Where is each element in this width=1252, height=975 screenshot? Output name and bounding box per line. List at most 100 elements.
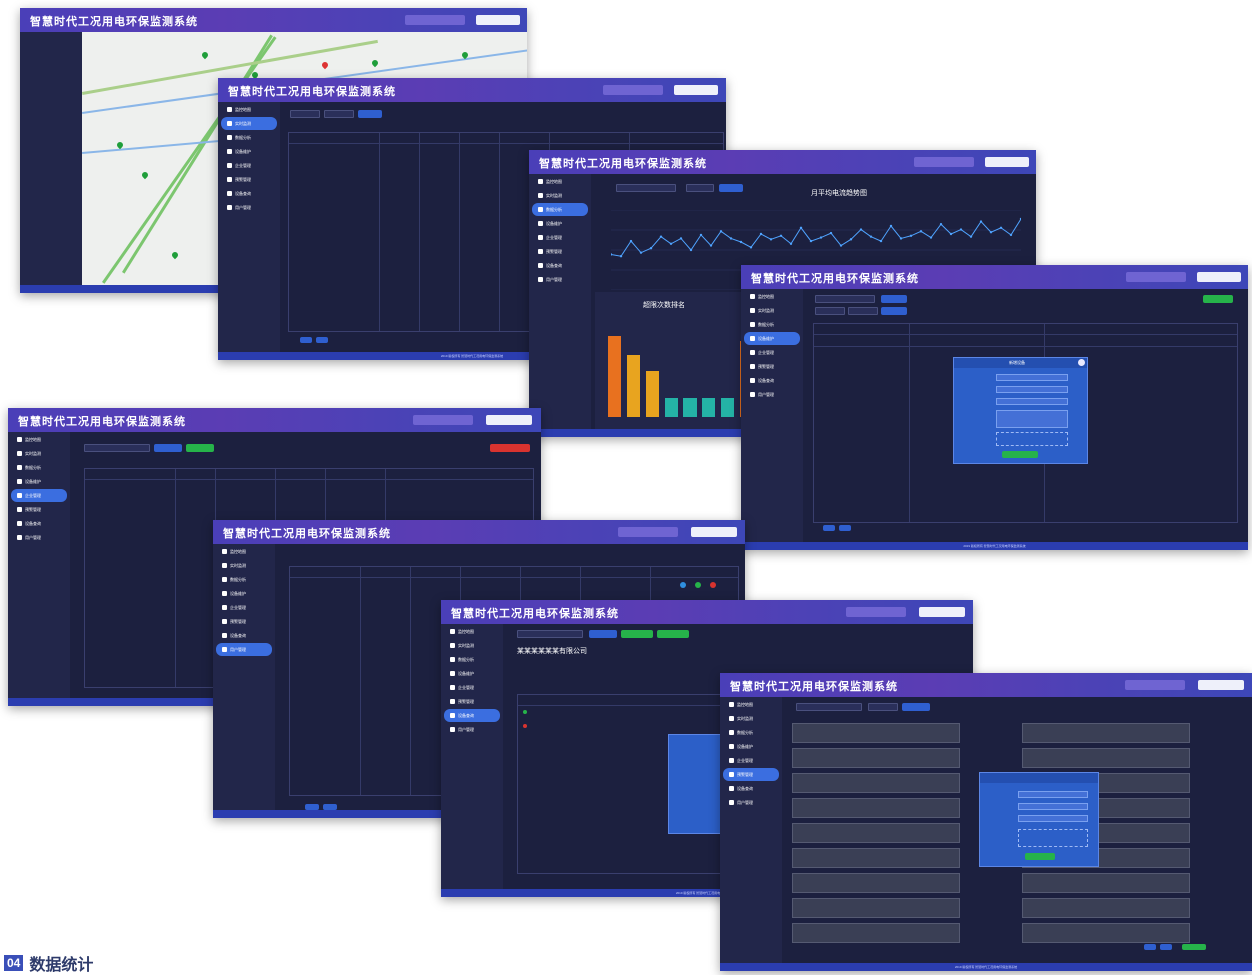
modal-field[interactable] bbox=[996, 410, 1068, 428]
query-button[interactable] bbox=[358, 110, 382, 118]
sidebar-item-alert[interactable]: 预警管理 bbox=[216, 615, 272, 628]
edit-icon[interactable] bbox=[695, 582, 701, 588]
alert-card[interactable] bbox=[792, 823, 960, 843]
next-page-button[interactable] bbox=[1160, 944, 1172, 950]
query-button[interactable] bbox=[881, 295, 907, 303]
user-menu[interactable] bbox=[1198, 680, 1244, 690]
confirm-button[interactable] bbox=[1002, 451, 1038, 458]
next-page-button[interactable] bbox=[316, 337, 328, 343]
sidebar-item-map[interactable]: 监控地图 bbox=[221, 103, 277, 116]
export-button[interactable] bbox=[621, 630, 653, 638]
sidebar-item-map[interactable]: 监控地图 bbox=[744, 290, 800, 303]
sidebar-item-alert[interactable]: 预警管理 bbox=[744, 360, 800, 373]
user-menu[interactable] bbox=[1197, 272, 1241, 282]
sidebar-item-analysis[interactable]: 数据分析 bbox=[744, 318, 800, 331]
sidebar-item-query[interactable]: 设备查询 bbox=[221, 187, 277, 200]
sidebar-item-alert[interactable]: 预警管理 bbox=[221, 173, 277, 186]
sidebar-item-map[interactable]: 监控地图 bbox=[532, 175, 588, 188]
sidebar-item-realtime[interactable]: 实时监测 bbox=[744, 304, 800, 317]
sidebar-item-query[interactable]: 设备查询 bbox=[723, 782, 779, 795]
modal-field[interactable] bbox=[1018, 803, 1088, 810]
sidebar-item-company[interactable]: 企业管理 bbox=[532, 231, 588, 244]
user-menu[interactable] bbox=[486, 415, 532, 425]
alert-card[interactable] bbox=[1022, 898, 1190, 918]
sidebar-item-map[interactable]: 监控地图 bbox=[444, 625, 500, 638]
add-button[interactable] bbox=[657, 630, 689, 638]
sidebar-item-analysis[interactable]: 数据分析 bbox=[444, 653, 500, 666]
query-button[interactable] bbox=[719, 184, 743, 192]
user-menu[interactable] bbox=[985, 157, 1029, 167]
next-page-button[interactable] bbox=[839, 525, 851, 531]
alert-card[interactable] bbox=[792, 798, 960, 818]
sidebar-item-users[interactable]: 用户管理 bbox=[216, 643, 272, 656]
sidebar-item-query[interactable]: 设备查询 bbox=[444, 709, 500, 722]
upload-zone[interactable] bbox=[996, 432, 1068, 446]
sidebar-item-company[interactable]: 企业管理 bbox=[221, 159, 277, 172]
modal-field[interactable] bbox=[996, 386, 1068, 393]
search-box[interactable] bbox=[603, 85, 663, 95]
sidebar-item-maintenance[interactable]: 设备维护 bbox=[723, 740, 779, 753]
alert-card[interactable] bbox=[1022, 923, 1190, 943]
prev-page-button[interactable] bbox=[1144, 944, 1156, 950]
sidebar-item-query[interactable]: 设备查询 bbox=[744, 374, 800, 387]
prev-page-button[interactable] bbox=[300, 337, 312, 343]
search-box[interactable] bbox=[618, 527, 678, 537]
alert-card[interactable] bbox=[1022, 873, 1190, 893]
view-icon[interactable] bbox=[680, 582, 686, 588]
search-box[interactable] bbox=[1125, 680, 1185, 690]
sidebar-item-maintenance[interactable]: 设备维护 bbox=[744, 332, 800, 345]
sidebar-item-users[interactable]: 用户管理 bbox=[532, 273, 588, 286]
sidebar-item-query[interactable]: 设备查询 bbox=[216, 629, 272, 642]
alert-card[interactable] bbox=[792, 848, 960, 868]
sidebar-item-company[interactable]: 企业管理 bbox=[744, 346, 800, 359]
sidebar-item-realtime[interactable]: 实时监测 bbox=[216, 559, 272, 572]
sidebar-item-company[interactable]: 企业管理 bbox=[444, 681, 500, 694]
alert-card[interactable] bbox=[1022, 748, 1190, 768]
alert-card[interactable] bbox=[792, 898, 960, 918]
sidebar-item-users[interactable]: 用户管理 bbox=[744, 388, 800, 401]
sidebar-item-realtime[interactable]: 实时监测 bbox=[532, 189, 588, 202]
alert-card[interactable] bbox=[792, 773, 960, 793]
upload-zone[interactable] bbox=[1018, 829, 1088, 847]
sidebar-item-maintenance[interactable]: 设备维护 bbox=[444, 667, 500, 680]
sidebar-item-realtime[interactable]: 实时监测 bbox=[11, 447, 67, 460]
sidebar-item-users[interactable]: 用户管理 bbox=[221, 201, 277, 214]
search-box[interactable] bbox=[405, 15, 465, 25]
search-box[interactable] bbox=[413, 415, 473, 425]
alert-card[interactable] bbox=[1022, 723, 1190, 743]
sidebar-item-maintenance[interactable]: 设备维护 bbox=[216, 587, 272, 600]
sidebar-item-map[interactable]: 监控地图 bbox=[11, 433, 67, 446]
confirm-button[interactable] bbox=[1025, 853, 1055, 860]
sidebar-item-maintenance[interactable]: 设备维护 bbox=[221, 145, 277, 158]
modal-field[interactable] bbox=[996, 374, 1068, 381]
sidebar-item-analysis[interactable]: 数据分析 bbox=[723, 726, 779, 739]
sidebar-item-alert[interactable]: 预警管理 bbox=[11, 503, 67, 516]
user-menu[interactable] bbox=[919, 607, 965, 617]
sidebar-item-maintenance[interactable]: 设备维护 bbox=[532, 217, 588, 230]
sidebar-item-realtime[interactable]: 实时监测 bbox=[221, 117, 277, 130]
user-menu[interactable] bbox=[476, 15, 520, 25]
sidebar-item-realtime[interactable]: 实时监测 bbox=[444, 639, 500, 652]
search-box[interactable] bbox=[914, 157, 974, 167]
user-menu[interactable] bbox=[691, 527, 737, 537]
sidebar-item-maintenance[interactable]: 设备维护 bbox=[11, 475, 67, 488]
sidebar-item-users[interactable]: 用户管理 bbox=[444, 723, 500, 736]
sidebar-item-query[interactable]: 设备查询 bbox=[11, 517, 67, 530]
alert-card[interactable] bbox=[792, 748, 960, 768]
query-button[interactable] bbox=[154, 444, 182, 452]
delete-icon[interactable] bbox=[710, 582, 716, 588]
delete-button[interactable] bbox=[490, 444, 530, 452]
sidebar-item-company[interactable]: 企业管理 bbox=[216, 601, 272, 614]
modal-field[interactable] bbox=[996, 398, 1068, 405]
alert-card[interactable] bbox=[792, 873, 960, 893]
query-button[interactable] bbox=[589, 630, 617, 638]
prev-page-button[interactable] bbox=[823, 525, 835, 531]
add-device-button[interactable] bbox=[1203, 295, 1233, 303]
sidebar-item-analysis[interactable]: 数据分析 bbox=[11, 461, 67, 474]
sidebar-item-map[interactable]: 监控地图 bbox=[723, 698, 779, 711]
user-menu[interactable] bbox=[674, 85, 718, 95]
search-box[interactable] bbox=[1126, 272, 1186, 282]
sidebar-item-users[interactable]: 用户管理 bbox=[11, 531, 67, 544]
sidebar-item-alert[interactable]: 预警管理 bbox=[444, 695, 500, 708]
search-box[interactable] bbox=[846, 607, 906, 617]
